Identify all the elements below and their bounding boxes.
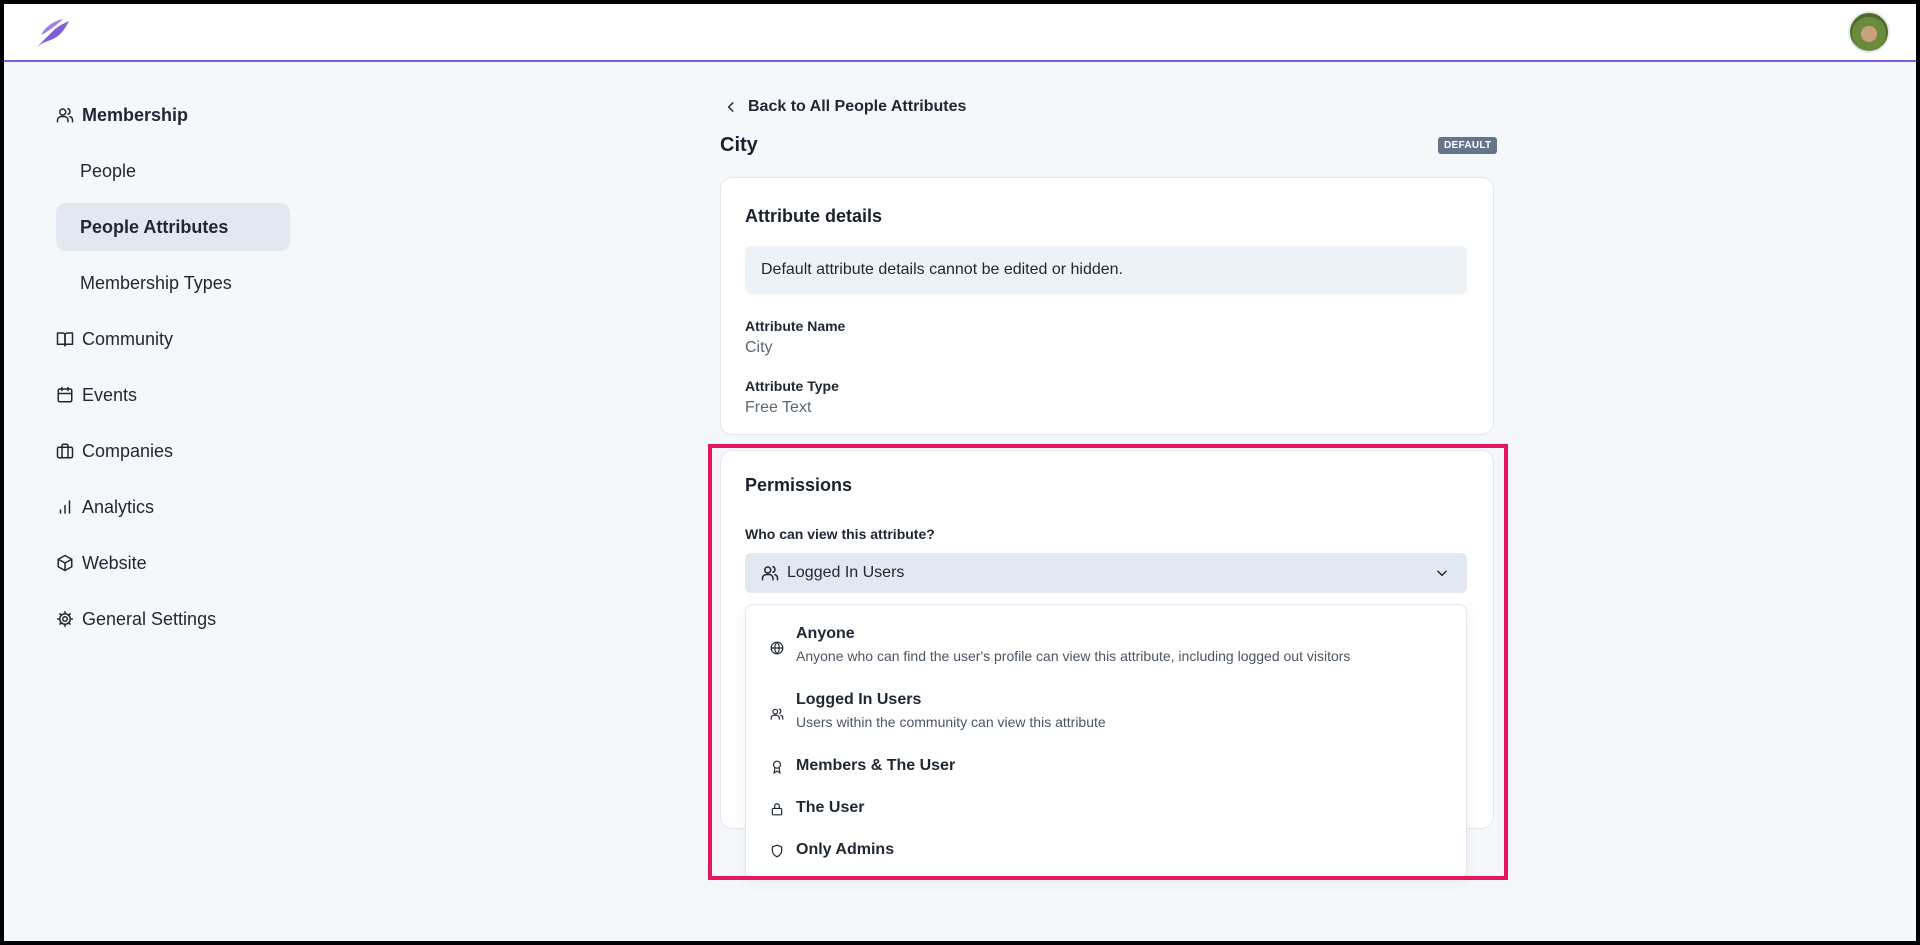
chevron-down-icon [1435, 566, 1449, 580]
sidebar-item-general-settings[interactable]: General Settings [56, 594, 290, 644]
card-title: Permissions [745, 475, 853, 495]
award-icon [770, 760, 784, 774]
back-link-label: Back to All People Attributes [748, 98, 967, 115]
visibility-select[interactable]: Logged In Users [745, 553, 1467, 593]
user-avatar[interactable] [1848, 11, 1890, 53]
option-logged-in-users[interactable]: Logged In Users Users within the communi… [746, 691, 1466, 730]
sidebar-item-people[interactable]: People [56, 147, 290, 195]
page-title: City [720, 134, 758, 156]
option-title: Logged In Users [796, 691, 922, 708]
sidebar-item-label: Website [82, 552, 147, 573]
sidebar-item-membership-types[interactable]: Membership Types [56, 259, 290, 307]
shield-icon [770, 844, 784, 858]
permissions-card: Permissions Who can view this attribute?… [720, 450, 1494, 879]
sidebar-item-label: People Attributes [80, 216, 229, 237]
sidebar-item-community[interactable]: Community [56, 314, 290, 364]
sidebar-item-events[interactable]: Events [56, 370, 290, 420]
logo-icon[interactable] [31, 13, 71, 53]
book-open-icon [56, 330, 74, 348]
app-frame: Membership People People Attributes Memb… [4, 4, 1916, 941]
sidebar-item-label: Membership [82, 104, 189, 125]
sidebar-item-label: Companies [82, 440, 174, 461]
globe-icon [770, 641, 784, 655]
option-title: Anyone [796, 625, 855, 642]
sidebar-item-people-attributes[interactable]: People Attributes [56, 203, 290, 251]
default-badge: DEFAULT [1438, 137, 1498, 154]
attribute-name-value: City [745, 339, 773, 356]
sidebar-item-website[interactable]: Website [56, 538, 290, 588]
briefcase-icon [56, 442, 74, 460]
attribute-name-label: Attribute Name [745, 318, 846, 334]
sidebar-item-label: People [80, 160, 137, 181]
cube-icon [56, 554, 74, 572]
calendar-icon [56, 386, 74, 404]
sidebar-item-label: Membership Types [80, 272, 232, 293]
sidebar-item-analytics[interactable]: Analytics [56, 482, 290, 532]
visibility-dropdown-menu: Anyone Anyone who can find the user's pr… [745, 604, 1467, 879]
gear-icon [56, 610, 74, 628]
attribute-type-value: Free Text [745, 399, 812, 416]
sidebar-item-label: Events [82, 384, 138, 405]
users-icon [770, 707, 784, 721]
attribute-type-label: Attribute Type [745, 378, 839, 394]
back-link[interactable]: Back to All People Attributes [724, 98, 966, 116]
users-icon [761, 564, 779, 582]
option-title: Only Admins [796, 841, 895, 858]
info-banner: Default attribute details cannot be edit… [745, 246, 1467, 294]
option-description: Users within the community can view this… [796, 714, 1106, 730]
option-only-admins[interactable]: Only Admins [746, 841, 1466, 859]
chevron-left-icon [724, 100, 738, 114]
sidebar-item-companies[interactable]: Companies [56, 426, 290, 476]
option-description: Anyone who can find the user's profile c… [796, 648, 1351, 664]
lock-icon [770, 802, 784, 816]
option-the-user[interactable]: The User [746, 799, 1466, 817]
card-title: Attribute details [745, 206, 883, 226]
option-title: Members & The User [796, 757, 956, 774]
option-anyone[interactable]: Anyone Anyone who can find the user's pr… [746, 625, 1466, 664]
visibility-question-label: Who can view this attribute? [745, 526, 935, 542]
attribute-details-card: Attribute details Default attribute deta… [720, 177, 1494, 435]
sidebar-item-membership[interactable]: Membership [56, 90, 290, 140]
users-icon [56, 106, 74, 124]
sidebar-item-label: Community [82, 328, 174, 349]
top-bar [4, 4, 1916, 62]
option-title: The User [796, 799, 865, 816]
option-members-and-user[interactable]: Members & The User [746, 757, 1466, 775]
sidebar-item-label: Analytics [82, 496, 155, 517]
sidebar-item-label: General Settings [82, 608, 217, 629]
bar-chart-icon [56, 498, 74, 516]
selected-value: Logged In Users [787, 564, 905, 581]
